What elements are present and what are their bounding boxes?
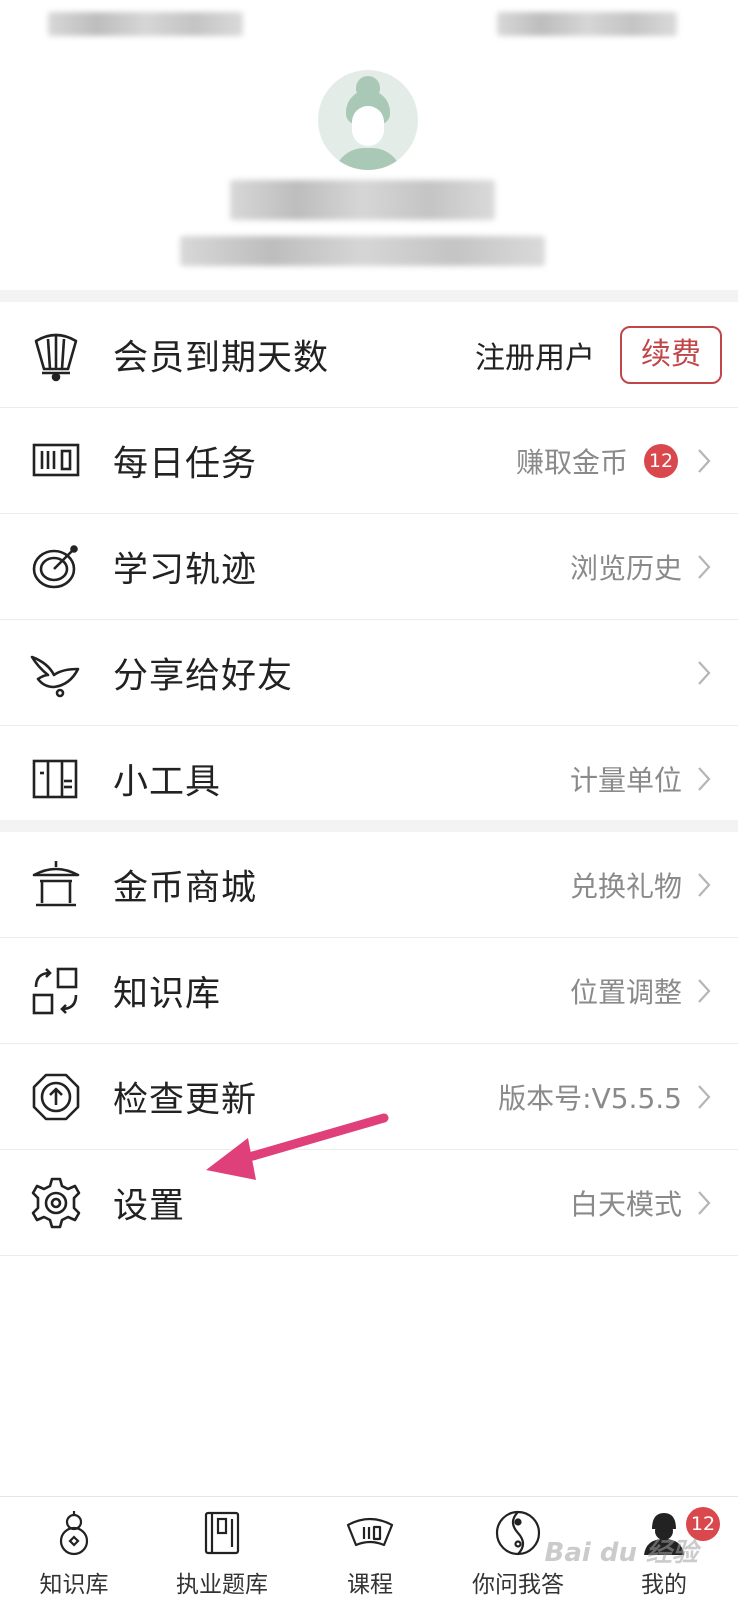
menu-label: 分享给好友 xyxy=(113,656,294,696)
notification-badge: 12 xyxy=(644,443,678,478)
menu-label: 小工具 xyxy=(113,762,222,803)
menu-label: 检查更新 xyxy=(113,1080,258,1120)
pavilion-icon xyxy=(28,857,84,913)
menu-value: 兑换礼物 xyxy=(569,869,682,903)
fan-icon xyxy=(346,1509,394,1557)
menu-row-coin-mall[interactable]: 金币商城 兑换礼物 xyxy=(0,832,738,938)
nav-label: 我的 xyxy=(641,1572,687,1598)
gourd-icon xyxy=(50,1509,98,1557)
gear-icon xyxy=(28,1175,84,1231)
person-icon xyxy=(640,1509,688,1557)
chevron-right-icon xyxy=(696,765,712,793)
status-bar-right-redacted xyxy=(497,12,677,36)
bottom-nav: 知识库 执业题库 课程 你问我答 我的 12 xyxy=(0,1496,738,1600)
ruler-box-icon xyxy=(28,751,84,807)
chevron-right-icon xyxy=(696,871,712,899)
nav-item-mine[interactable]: 我的 12 xyxy=(590,1497,738,1600)
abacus-icon xyxy=(28,433,84,489)
menu-row-tools[interactable]: 小工具 计量单位 xyxy=(0,726,738,832)
nav-label: 你问我答 xyxy=(472,1572,564,1598)
menu-value: 版本号:V5.5.5 xyxy=(498,1081,682,1115)
chevron-right-icon xyxy=(696,659,712,687)
status-bar-left-redacted xyxy=(48,12,243,36)
chevron-right-icon xyxy=(696,1083,712,1111)
book-icon xyxy=(198,1509,246,1557)
menu-row-check-update[interactable]: 检查更新 版本号:V5.5.5 xyxy=(0,1044,738,1150)
username-redacted xyxy=(230,180,495,220)
menu-label: 设置 xyxy=(113,1186,186,1226)
user-subtitle-redacted xyxy=(180,236,545,266)
compass-icon xyxy=(28,539,84,595)
nav-label: 执业题库 xyxy=(176,1572,268,1598)
member-status-text: 注册用户 xyxy=(475,340,595,376)
menu-label: 学习轨迹 xyxy=(113,550,258,590)
menu-row-daily-tasks[interactable]: 每日任务 赚取金币 12 xyxy=(0,408,738,514)
menu-row-settings[interactable]: 设置 白天模式 xyxy=(0,1150,738,1256)
renew-button[interactable]: 续费 xyxy=(620,325,722,384)
avatar[interactable] xyxy=(318,70,418,170)
chevron-right-icon xyxy=(696,1189,712,1217)
yin-yang-icon xyxy=(494,1509,542,1557)
nav-label: 知识库 xyxy=(39,1572,109,1598)
profile-header xyxy=(0,50,738,290)
menu-value: 位置调整 xyxy=(569,975,682,1009)
menu-label: 每日任务 xyxy=(113,444,258,484)
nav-label: 课程 xyxy=(347,1572,393,1598)
chevron-right-icon xyxy=(696,447,712,475)
notification-badge: 12 xyxy=(686,1507,720,1541)
status-bar xyxy=(0,0,738,50)
menu-value: 计量单位 xyxy=(569,764,682,797)
menu-label: 会员到期天数 xyxy=(113,338,330,378)
section-divider xyxy=(0,290,738,302)
menu-value: 赚取金币 xyxy=(515,445,628,479)
dove-icon xyxy=(28,645,84,701)
menu-row-study-track[interactable]: 学习轨迹 浏览历史 xyxy=(0,514,738,620)
nav-item-qa[interactable]: 你问我答 xyxy=(444,1497,592,1600)
menu-value: 浏览历史 xyxy=(569,551,682,585)
chevron-right-icon xyxy=(696,977,712,1005)
fan-icon xyxy=(28,327,84,383)
chevron-right-icon xyxy=(696,553,712,581)
menu-label: 知识库 xyxy=(113,974,222,1014)
upload-octagon-icon xyxy=(28,1069,84,1125)
menu-row-membership[interactable]: 会员到期天数 注册用户 续费 xyxy=(0,302,738,408)
nav-item-question-bank[interactable]: 执业题库 xyxy=(148,1497,296,1600)
menu-row-share[interactable]: 分享给好友 xyxy=(0,620,738,726)
menu-row-knowledge-base[interactable]: 知识库 位置调整 xyxy=(0,938,738,1044)
nav-item-courses[interactable]: 课程 xyxy=(296,1497,444,1600)
reorder-icon xyxy=(28,963,84,1019)
section-divider xyxy=(0,820,738,832)
nav-item-knowledge[interactable]: 知识库 xyxy=(0,1497,148,1600)
menu-label: 金币商城 xyxy=(113,868,258,908)
menu-value: 白天模式 xyxy=(569,1187,682,1221)
